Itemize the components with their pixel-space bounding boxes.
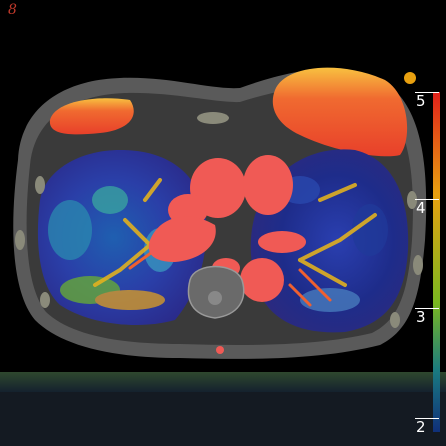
colorbar-tick-label-2: 2 bbox=[416, 418, 426, 436]
color-scale-bar bbox=[433, 92, 440, 432]
orientation-marker: 8 bbox=[8, 2, 17, 18]
colorbar-tick-label-3: 3 bbox=[416, 308, 426, 326]
pulmonary-trunk bbox=[243, 155, 293, 215]
ct-perfusion-image bbox=[0, 0, 446, 446]
descending-aorta bbox=[240, 258, 284, 302]
colorbar-tick-label-4: 4 bbox=[416, 199, 426, 217]
colorbar-tick-label-5: 5 bbox=[416, 92, 426, 110]
scanner-table bbox=[0, 372, 446, 392]
